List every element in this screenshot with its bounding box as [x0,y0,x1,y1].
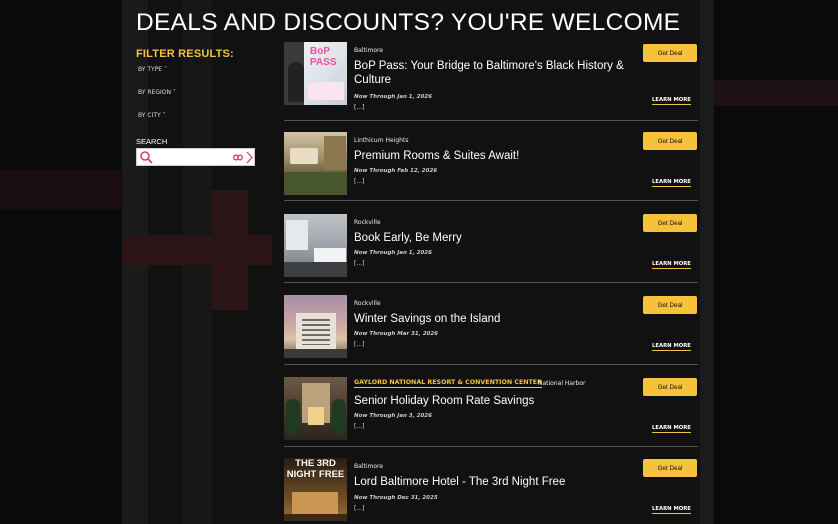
chevron-right-icon[interactable] [246,151,253,164]
deal-dates: Now Through Feb 12, 2026 [354,168,438,174]
filter-by-region-label: BY REGION [138,89,171,96]
search-label: SEARCH [136,137,168,146]
divider [284,120,698,121]
learn-more-link[interactable]: LEARN MORE [652,261,691,269]
deal-city: Rockville [354,219,381,226]
deal-card: BoP PASS Baltimore BoP Pass: Your Bridge… [284,42,698,122]
deal-city: Rockville [354,300,381,307]
filter-by-city-label: BY CITY [138,112,161,119]
page-title: DEALS AND DISCOUNTS? YOU'RE WELCOME [136,9,681,36]
deal-excerpt: [...] [354,505,365,512]
deal-dates: Now Through Jan 1, 2026 [354,94,432,100]
deal-thumbnail[interactable] [284,295,347,358]
learn-more-link[interactable]: LEARN MORE [652,506,691,514]
deal-title[interactable]: Lord Baltimore Hotel - The 3rd Night Fre… [354,475,644,489]
filter-by-type[interactable]: BY TYPE ˅ [138,66,167,73]
deal-dates: Now Through Dec 31, 2025 [354,495,438,501]
deal-thumbnail[interactable]: BoP PASS [284,42,347,105]
deal-dates: Now Through Jan 3, 2026 [354,413,432,419]
deal-city: Baltimore [354,463,384,470]
deal-excerpt: [...] [354,341,365,348]
deal-dates: Now Through Mar 31, 2026 [354,331,438,337]
get-deal-button[interactable]: Get Deal [643,44,697,62]
link-icon[interactable] [233,153,243,162]
deal-title[interactable]: BoP Pass: Your Bridge to Baltimore's Bla… [354,59,644,87]
search-box [136,148,255,166]
filter-by-city[interactable]: BY CITY ˅ [138,112,166,119]
deal-title[interactable]: Winter Savings on the Island [354,312,644,326]
deal-card: Rockville Book Early, Be Merry Now Throu… [284,214,698,294]
deal-excerpt: [...] [354,260,365,267]
learn-more-link[interactable]: LEARN MORE [652,179,691,187]
get-deal-button[interactable]: Get Deal [643,459,697,477]
filter-sidebar: FILTER RESULTS: BY TYPE ˅ BY REGION ˅ BY C… [136,48,258,166]
deal-excerpt: [...] [354,423,365,430]
filter-by-region[interactable]: BY REGION ˅ [138,89,176,96]
deal-title[interactable]: Premium Rooms & Suites Await! [354,149,644,163]
learn-more-link[interactable]: LEARN MORE [652,425,691,433]
thumb-text: THE 3RD NIGHT FREE [286,458,345,480]
divider [284,446,698,447]
deal-title[interactable]: Senior Holiday Room Rate Savings [354,394,644,408]
deal-thumbnail[interactable] [284,132,347,195]
search-input[interactable] [155,151,225,163]
deal-dates: Now Through Jan 1, 2026 [354,250,432,256]
get-deal-button[interactable]: Get Deal [643,296,697,314]
chevron-down-icon: ˅ [172,89,176,96]
partner-link[interactable]: GAYLORD NATIONAL RESORT & CONVENTION CEN… [354,379,542,388]
deal-city: National Harbor [538,380,586,387]
deal-title[interactable]: Book Early, Be Merry [354,231,644,245]
chevron-down-icon: ˅ [162,112,166,119]
divider [284,200,698,201]
get-deal-button[interactable]: Get Deal [643,214,697,232]
deal-thumbnail[interactable] [284,377,347,440]
filter-title: FILTER RESULTS: [136,48,234,60]
deal-thumbnail[interactable]: THE 3RD NIGHT FREE [284,458,347,521]
deal-excerpt: [...] [354,104,365,111]
deal-card: Linthicum Heights Premium Rooms & Suites… [284,132,698,212]
get-deal-button[interactable]: Get Deal [643,378,697,396]
deal-city: Baltimore [354,47,384,54]
deal-card: Rockville Winter Savings on the Island N… [284,295,698,375]
search-icon [140,151,153,164]
deal-excerpt: [...] [354,178,365,185]
get-deal-button[interactable]: Get Deal [643,132,697,150]
learn-more-link[interactable]: LEARN MORE [652,343,691,351]
chevron-down-icon: ˅ [164,66,168,73]
learn-more-link[interactable]: LEARN MORE [652,97,691,105]
filter-by-type-label: BY TYPE [138,66,163,73]
deal-city: Linthicum Heights [354,137,409,144]
divider [284,364,698,365]
deal-thumbnail[interactable] [284,214,347,277]
thumb-text: BoP PASS [310,46,337,68]
deal-card: THE 3RD NIGHT FREE Baltimore Lord Baltim… [284,458,698,524]
divider [284,282,698,283]
deal-card: GAYLORD NATIONAL RESORT & CONVENTION CEN… [284,377,698,457]
